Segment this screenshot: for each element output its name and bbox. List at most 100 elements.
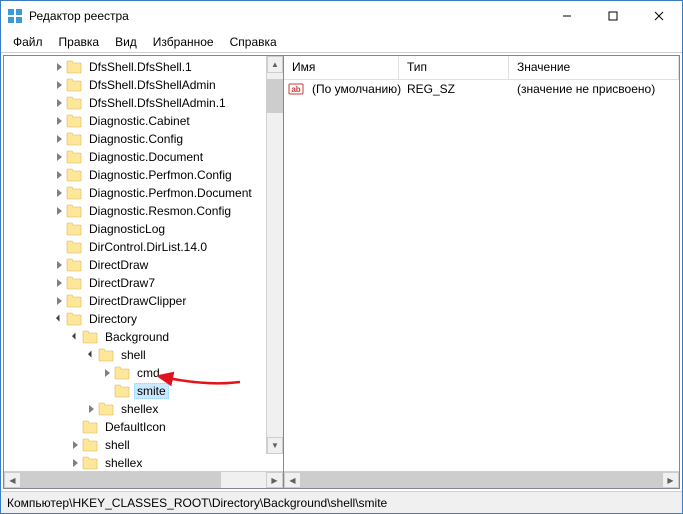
tree-item-label: DirectDrawClipper [86,293,189,309]
tree-item[interactable]: DirectDrawClipper [4,292,283,310]
app-icon [7,8,23,24]
chevron-down-icon[interactable] [68,330,82,344]
tree-item-label: Diagnostic.Document [86,149,206,165]
tree-item[interactable]: DirControl.DirList.14.0 [4,238,283,256]
scroll-thumb[interactable] [21,472,221,488]
string-value-icon: ab [288,81,304,97]
tree-item-label: smite [134,383,169,399]
tree-item-label: DirectDraw [86,257,151,273]
tree-item[interactable]: Diagnostic.Cabinet [4,112,283,130]
chevron-right-icon[interactable] [52,186,66,200]
folder-icon [82,330,98,344]
folder-icon [66,96,82,110]
tree-item[interactable]: Diagnostic.Resmon.Config [4,202,283,220]
tree-item[interactable]: DiagnosticLog [4,220,283,238]
menu-help[interactable]: Справка [222,33,285,51]
chevron-right-icon[interactable] [52,78,66,92]
chevron-right-icon[interactable] [52,96,66,110]
scroll-thumb[interactable] [267,79,283,113]
scroll-thumb[interactable] [301,472,662,488]
chevron-right-icon[interactable] [84,402,98,416]
folder-icon [66,222,82,236]
chevron-right-icon[interactable] [52,204,66,218]
scroll-left-button[interactable]: ◀ [284,472,301,488]
chevron-right-icon[interactable] [52,60,66,74]
tree-item[interactable]: shellex [4,400,283,418]
tree-item[interactable]: cmd [4,364,283,382]
tree-item-label: Diagnostic.Perfmon.Config [86,167,235,183]
chevron-right-icon[interactable] [52,258,66,272]
chevron-down-icon[interactable] [84,348,98,362]
scroll-up-button[interactable]: ▲ [267,56,283,73]
chevron-down-icon[interactable] [52,312,66,326]
tree-item-label: DefaultIcon [102,419,169,435]
list-pane: Имя Тип Значение ab (По умолчанию) REG_S… [284,56,679,488]
folder-icon [66,78,82,92]
tree-item-label: DirectDraw7 [86,275,158,291]
tree-item[interactable]: DfsShell.DfsShellAdmin.1 [4,94,283,112]
chevron-right-icon[interactable] [52,150,66,164]
tree-item[interactable]: Diagnostic.Config [4,130,283,148]
folder-icon [66,258,82,272]
scroll-down-button[interactable]: ▼ [267,437,283,454]
status-path: Компьютер\HKEY_CLASSES_ROOT\Directory\Ba… [7,496,387,510]
chevron-right-icon[interactable] [52,114,66,128]
menu-view[interactable]: Вид [107,33,145,51]
tree-vscrollbar[interactable]: ▲ ▼ [266,56,283,454]
tree-item-label: DfsShell.DfsShellAdmin.1 [86,95,229,111]
tree-item[interactable]: Background [4,328,283,346]
folder-icon [82,420,98,434]
tree-hscrollbar[interactable]: ◀ ▶ [4,471,283,488]
menu-edit[interactable]: Правка [51,33,108,51]
folder-icon [66,114,82,128]
maximize-button[interactable] [590,1,636,31]
twisty-none [52,222,66,236]
chevron-right-icon[interactable] [52,168,66,182]
tree-pane: DfsShell.DfsShell.1DfsShell.DfsShellAdmi… [4,56,284,488]
minimize-button[interactable] [544,1,590,31]
tree-item-label: Background [102,329,172,345]
tree-item-label: Diagnostic.Cabinet [86,113,193,129]
list-row[interactable]: ab (По умолчанию) REG_SZ (значение не пр… [284,80,679,98]
tree-item[interactable]: DfsShell.DfsShell.1 [4,58,283,76]
tree-item[interactable]: DirectDraw7 [4,274,283,292]
tree-item-label: Diagnostic.Config [86,131,186,147]
chevron-right-icon[interactable] [68,438,82,452]
scroll-right-button[interactable]: ▶ [266,472,283,488]
folder-icon [66,186,82,200]
chevron-right-icon[interactable] [100,366,114,380]
column-type[interactable]: Тип [399,56,509,79]
column-value[interactable]: Значение [509,56,679,79]
tree-item[interactable]: DirectDraw [4,256,283,274]
tree-item[interactable]: shell [4,346,283,364]
tree-item-label: Directory [86,311,140,327]
tree-item[interactable]: Diagnostic.Perfmon.Document [4,184,283,202]
menu-favorites[interactable]: Избранное [145,33,222,51]
tree-item[interactable]: Directory [4,310,283,328]
menu-file[interactable]: Файл [5,33,51,51]
tree-item[interactable]: DefaultIcon [4,418,283,436]
folder-icon [66,132,82,146]
folder-icon [66,276,82,290]
close-button[interactable] [636,1,682,31]
menubar: Файл Правка Вид Избранное Справка [1,31,682,53]
tree-item[interactable]: Diagnostic.Document [4,148,283,166]
tree-item[interactable]: shellex [4,454,283,471]
tree-item[interactable]: shell [4,436,283,454]
tree-item-label: Diagnostic.Perfmon.Document [86,185,255,201]
folder-icon [66,60,82,74]
chevron-right-icon[interactable] [52,132,66,146]
tree-item[interactable]: DfsShell.DfsShellAdmin [4,76,283,94]
tree-item[interactable]: smite [4,382,283,400]
column-name[interactable]: Имя [284,56,399,79]
chevron-right-icon[interactable] [52,276,66,290]
scroll-left-button[interactable]: ◀ [4,472,21,488]
tree-item-label: DfsShell.DfsShell.1 [86,59,195,75]
chevron-right-icon[interactable] [68,456,82,470]
folder-icon [98,348,114,362]
scroll-right-button[interactable]: ▶ [662,472,679,488]
tree-item[interactable]: Diagnostic.Perfmon.Config [4,166,283,184]
chevron-right-icon[interactable] [52,294,66,308]
folder-icon [66,240,82,254]
list-hscrollbar[interactable]: ◀ ▶ [284,471,679,488]
